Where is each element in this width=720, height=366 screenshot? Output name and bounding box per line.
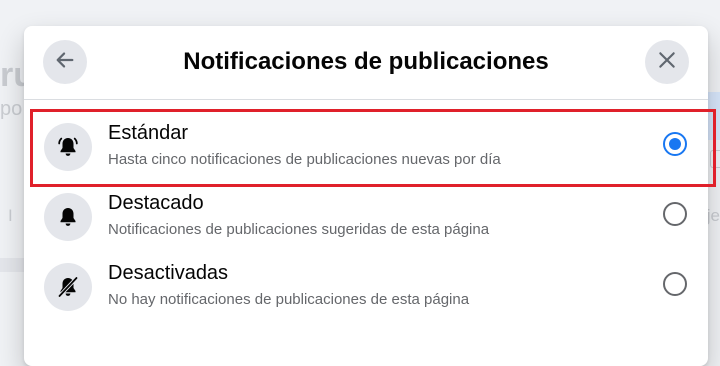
option-off-title: Desactivadas (108, 262, 229, 284)
notification-options-list: Estándar Hasta cinco notificaciones de p… (24, 109, 716, 320)
bell-icon (44, 193, 92, 241)
dialog-header: Notificaciones de publicaciones (24, 26, 708, 100)
option-featured[interactable]: Destacado Notificaciones de publicacione… (24, 180, 708, 250)
post-notifications-dialog: Notificaciones de publicaciones Estándar… (24, 26, 716, 366)
option-featured-radio[interactable] (663, 202, 687, 226)
background-left-fragment: I (8, 206, 13, 225)
radio-selected-dot (669, 138, 681, 150)
dialog-title: Notificaciones de publicaciones (183, 48, 549, 75)
background-subtitle-fragment: po (0, 98, 23, 120)
background-right-fragment: je (706, 206, 720, 225)
option-featured-title: Destacado (108, 192, 204, 214)
option-standard-description: Hasta cinco notificaciones de publicacio… (108, 151, 501, 168)
option-off[interactable]: Desactivadas No hay notificaciones de pu… (24, 250, 708, 320)
close-icon (657, 50, 677, 75)
option-standard-title: Estándar (108, 122, 189, 144)
bell-ringing-icon (44, 123, 92, 171)
option-off-radio[interactable] (663, 272, 687, 296)
option-standard[interactable]: Estándar Hasta cinco notificaciones de p… (24, 109, 716, 187)
option-off-description: No hay notificaciones de publicaciones d… (108, 291, 470, 308)
option-standard-radio[interactable] (663, 132, 687, 156)
background-checkbox-fragment (710, 150, 720, 168)
background-blue-button-fragment (708, 92, 720, 140)
background-divider-fragment (0, 258, 25, 272)
bell-off-icon (44, 263, 92, 311)
option-featured-description: Notificaciones de publicaciones sugerida… (108, 221, 490, 238)
close-button[interactable] (645, 40, 689, 84)
